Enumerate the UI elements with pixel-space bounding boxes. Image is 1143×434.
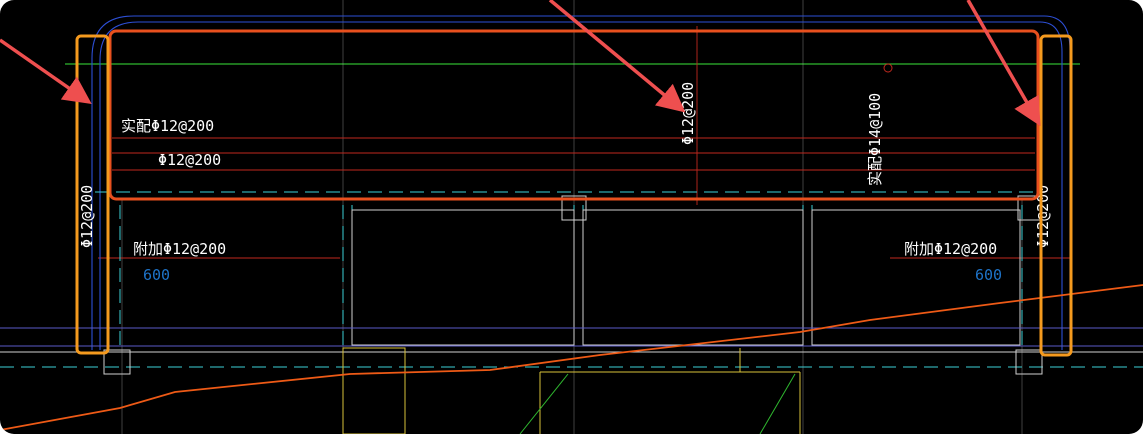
- label-left-dim: 600: [143, 266, 170, 284]
- label-top-left-extra: 实配Φ12@200: [121, 117, 214, 135]
- dashed-beam-lines: [0, 191, 1143, 368]
- cad-drawing-canvas: 实配Φ12@200 Φ12@200 Φ12@200 实配Φ14@100 Φ12@…: [0, 0, 1143, 434]
- label-top-mid-vertical: Φ12@200: [679, 82, 697, 145]
- slope-line: [0, 284, 1143, 431]
- stair-diagonals: [519, 373, 796, 434]
- slab-outline: [91, 15, 1071, 350]
- vertical-grid-lines: [121, 0, 1023, 434]
- label-right-add: 附加Φ12@200: [904, 240, 997, 258]
- arrow-right: [966, 0, 1041, 127]
- label-top-left-main: Φ12@200: [158, 151, 221, 169]
- stair-outline: [342, 347, 801, 434]
- label-top-right-vertical: 实配Φ14@100: [866, 93, 884, 186]
- label-left-add: 附加Φ12@200: [133, 240, 226, 258]
- rebar-lines: [98, 26, 1070, 259]
- arrow-left: [0, 38, 92, 105]
- floor-lines: [0, 327, 1143, 347]
- section-marker: [883, 63, 893, 73]
- label-right-dim: 600: [975, 266, 1002, 284]
- beam-outlines: [0, 195, 1143, 375]
- label-left-wall-vertical: Φ12@200: [78, 185, 96, 248]
- rebar-drawing: 实配Φ12@200 Φ12@200 Φ12@200 实配Φ14@100 Φ12@…: [0, 0, 1143, 434]
